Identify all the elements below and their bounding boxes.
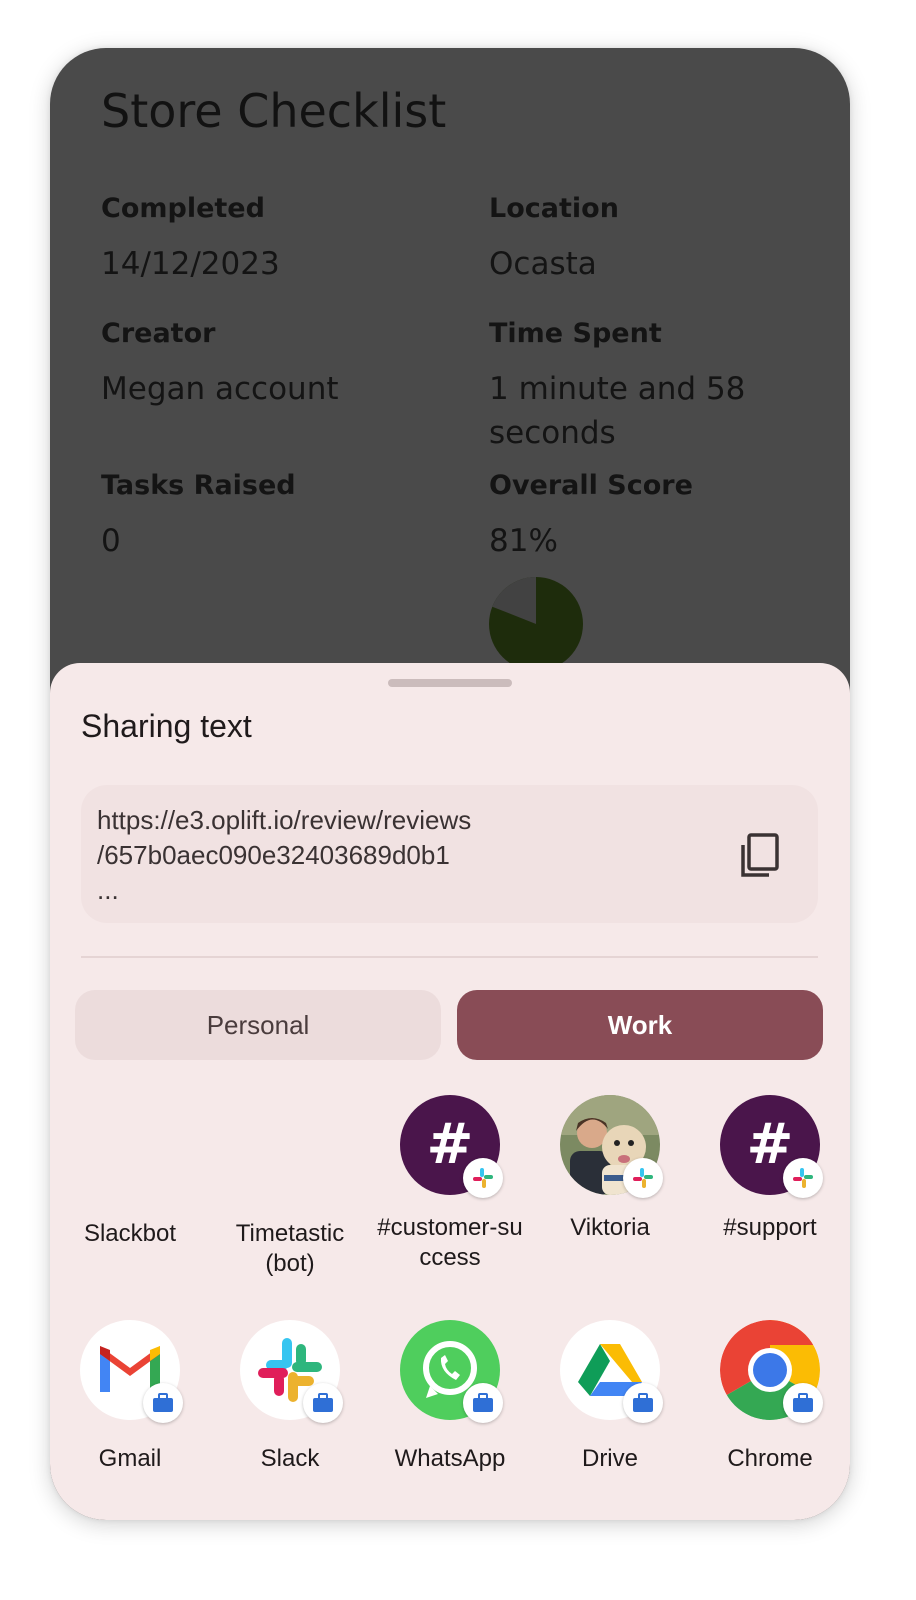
completed-label: Completed xyxy=(101,193,265,224)
overall-score-value: 81% xyxy=(489,523,558,559)
work-profile-badge-icon xyxy=(303,1383,343,1423)
tab-work[interactable]: Work xyxy=(457,990,823,1060)
overall-score-field: Overall Score 81% xyxy=(489,470,789,563)
location-label: Location xyxy=(489,193,619,224)
app-drive[interactable]: Drive xyxy=(530,1320,690,1474)
direct-share-slackbot[interactable]: Slackbot xyxy=(50,1095,210,1249)
creator-label: Creator xyxy=(101,318,216,349)
time-spent-value: 1 minute and 58 seconds xyxy=(489,371,746,451)
completed-field: Completed 14/12/2023 xyxy=(101,193,401,286)
share-sheet: Sharing text https://e3.oplift.io/review… xyxy=(50,663,850,1520)
app-whatsapp[interactable]: WhatsApp xyxy=(370,1320,530,1474)
overall-score-label: Overall Score xyxy=(489,470,693,501)
target-label: #customer-success xyxy=(377,1214,523,1271)
target-label: Timetastic (bot) xyxy=(235,1220,345,1277)
creator-field: Creator Megan account xyxy=(101,318,401,411)
app-label: Slack xyxy=(260,1445,320,1472)
work-profile-badge-icon xyxy=(463,1383,503,1423)
slack-badge-icon xyxy=(623,1158,663,1198)
time-spent-field: Time Spent 1 minute and 58 seconds xyxy=(489,318,789,455)
divider xyxy=(81,956,818,958)
creator-value: Megan account xyxy=(101,371,339,407)
tasks-raised-label: Tasks Raised xyxy=(101,470,296,501)
direct-share-support[interactable]: # #support xyxy=(690,1095,850,1243)
direct-share-timetastic[interactable]: Timetastic (bot) xyxy=(210,1095,370,1279)
work-profile-badge-icon xyxy=(783,1383,823,1423)
time-spent-label: Time Spent xyxy=(489,318,662,349)
target-label: Viktoria xyxy=(570,1214,650,1241)
copy-button[interactable] xyxy=(731,825,793,887)
work-profile-badge-icon xyxy=(623,1383,663,1423)
slackbot-icon-placeholder xyxy=(80,1095,180,1195)
slack-badge-icon xyxy=(783,1158,823,1198)
slack-badge-icon xyxy=(463,1158,503,1198)
phone-screen: Store Checklist Completed 14/12/2023 Loc… xyxy=(50,48,850,1520)
tab-personal[interactable]: Personal xyxy=(75,990,441,1060)
copy-icon xyxy=(741,833,779,877)
location-field: Location Ocasta xyxy=(489,193,789,286)
direct-share-viktoria[interactable]: Viktoria xyxy=(530,1095,690,1243)
app-label: Drive xyxy=(581,1445,638,1472)
tasks-raised-field: Tasks Raised 0 xyxy=(101,470,401,563)
app-gmail[interactable]: Gmail xyxy=(50,1320,210,1474)
target-label: #support xyxy=(723,1214,817,1241)
app-slack[interactable]: Slack xyxy=(210,1320,370,1474)
score-pie-chart xyxy=(489,577,583,671)
completed-value: 14/12/2023 xyxy=(101,246,280,282)
target-label: Slackbot xyxy=(83,1220,177,1247)
timetastic-icon-placeholder xyxy=(240,1095,340,1195)
drag-handle[interactable] xyxy=(388,679,512,687)
app-label: Chrome xyxy=(727,1445,813,1472)
direct-share-customer-success[interactable]: # #customer-success xyxy=(370,1095,530,1273)
share-sheet-title: Sharing text xyxy=(81,708,252,744)
app-label: WhatsApp xyxy=(394,1445,506,1472)
location-value: Ocasta xyxy=(489,246,597,282)
app-chrome[interactable]: Chrome xyxy=(690,1320,850,1474)
shared-text-preview: https://e3.oplift.io/review/reviews /657… xyxy=(81,785,818,923)
app-label: Gmail xyxy=(98,1445,162,1472)
shared-text: https://e3.oplift.io/review/reviews /657… xyxy=(97,805,472,905)
page-title: Store Checklist xyxy=(101,84,447,138)
tasks-raised-value: 0 xyxy=(101,523,121,559)
work-profile-badge-icon xyxy=(143,1383,183,1423)
